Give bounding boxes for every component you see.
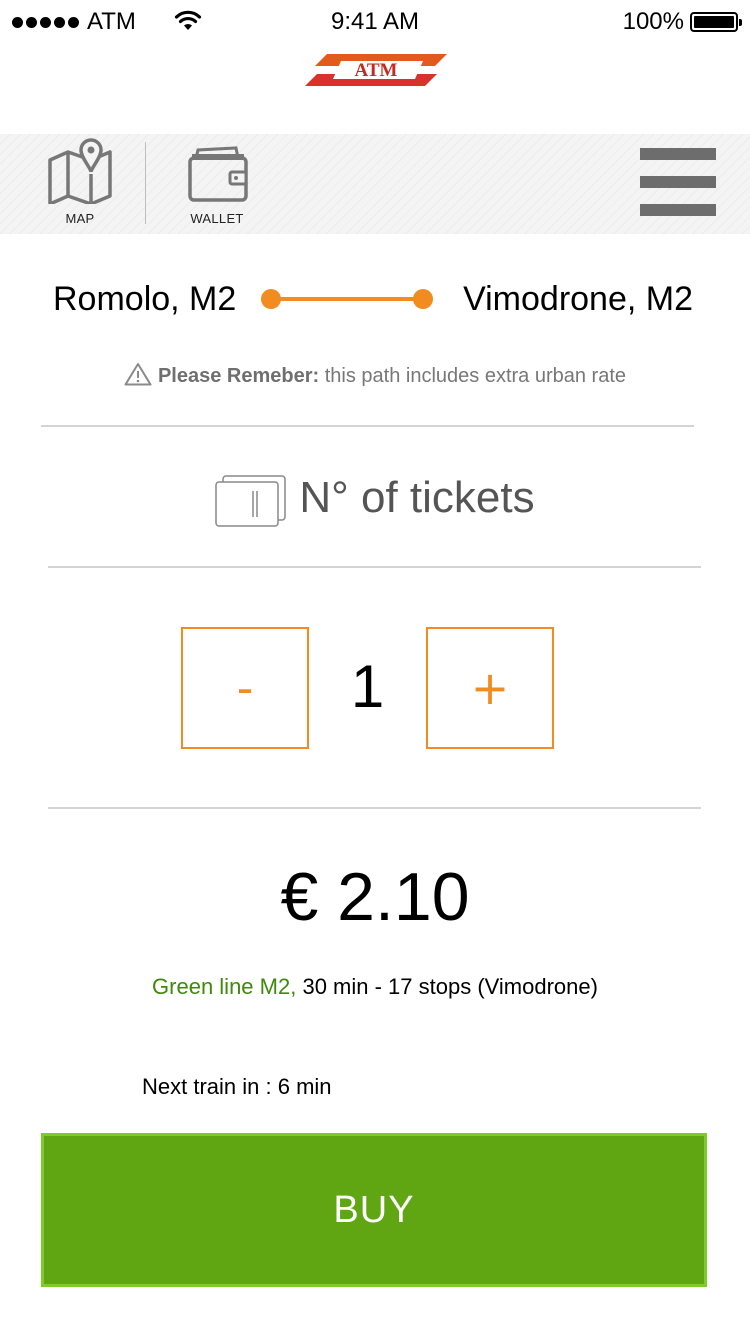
line-info: Green line M2, 30 min - 17 stops (Vimodr… bbox=[0, 974, 750, 1000]
divider bbox=[48, 807, 701, 809]
line-name: Green line M2, bbox=[152, 974, 297, 999]
map-label: MAP bbox=[65, 211, 95, 226]
reminder-text: this path includes extra urban rate bbox=[324, 365, 627, 387]
reminder-note: Please Remeber: this path includes extra… bbox=[0, 362, 750, 388]
map-icon bbox=[48, 138, 112, 204]
ticket-price: € 2.10 bbox=[280, 859, 470, 935]
line-details: 30 min - 17 stops (Vimodrone) bbox=[302, 974, 598, 999]
battery-percent: 100% bbox=[622, 8, 684, 35]
reminder-title: Please Remeber: bbox=[157, 365, 320, 387]
route-origin: Romolo, M2 bbox=[53, 280, 237, 318]
wifi-icon bbox=[174, 10, 202, 30]
hamburger-menu-icon[interactable] bbox=[640, 148, 716, 220]
decrease-quantity-button[interactable]: - bbox=[181, 627, 309, 749]
next-train: Next train in : 6 min bbox=[142, 1074, 332, 1099]
divider bbox=[48, 566, 701, 568]
map-button[interactable]: MAP bbox=[30, 134, 130, 234]
wallet-button[interactable]: WALLET bbox=[167, 134, 267, 234]
carrier-name: ATM bbox=[87, 8, 136, 35]
toolbar: MAP WALLET bbox=[0, 134, 750, 234]
buy-button[interactable]: BUY bbox=[41, 1133, 707, 1287]
increase-quantity-button[interactable]: + bbox=[426, 627, 554, 749]
wallet-label: WALLET bbox=[190, 211, 244, 226]
ticket-quantity: 1 bbox=[350, 653, 385, 720]
logo-text: ATM bbox=[355, 60, 398, 81]
route-line-icon bbox=[261, 288, 433, 310]
warning-icon bbox=[124, 363, 152, 386]
status-bar: ATM 9:41 AM 100% bbox=[0, 0, 750, 44]
route-destination: Vimodrone, M2 bbox=[463, 280, 693, 318]
divider bbox=[41, 425, 694, 427]
route: Romolo, M2 Vimodrone, M2 bbox=[0, 278, 750, 322]
tickets-icon bbox=[215, 475, 287, 527]
carrier: ATM bbox=[12, 8, 136, 36]
atm-logo: ATM bbox=[305, 54, 447, 86]
signal-icon bbox=[12, 16, 79, 28]
wallet-icon bbox=[188, 146, 248, 202]
toolbar-divider bbox=[145, 142, 146, 224]
tickets-heading: N° of tickets bbox=[0, 468, 750, 528]
battery-icon bbox=[690, 12, 742, 32]
tickets-title: N° of tickets bbox=[299, 473, 535, 522]
